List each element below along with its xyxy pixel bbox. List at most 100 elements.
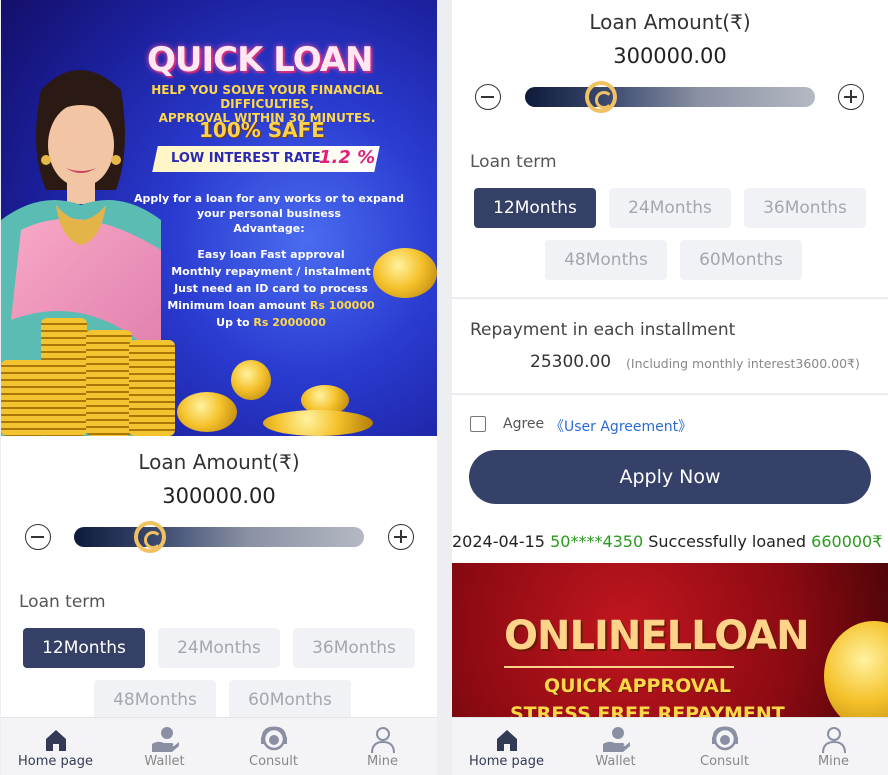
nav-wallet[interactable]: Wallet — [110, 718, 219, 775]
wallet-icon — [603, 727, 630, 752]
consult-icon — [261, 726, 287, 751]
banner-title: QUICK LOAN — [147, 40, 374, 80]
banner2-line-2: STRESS FREE REPAYMENT — [510, 703, 785, 717]
nav-mine-label: Mine — [817, 754, 850, 769]
online-loan-banner[interactable]: ONLINELLOAN QUICK APPROVAL STRESS FREE R… — [452, 563, 888, 717]
loan-amount-label: Loan Amount(₹) — [138, 450, 300, 474]
apply-now-button[interactable]: Apply Now — [469, 450, 871, 504]
advantage-3: Just need an ID card to process — [174, 282, 368, 295]
consult-icon — [712, 726, 738, 751]
quick-loan-banner[interactable]: QUICK LOAN HELP YOU SOLVE YOUR FINANCIAL… — [1, 0, 437, 436]
term-chip-12[interactable]: 12Months — [23, 628, 145, 668]
increase-amount-button[interactable] — [388, 524, 414, 550]
nav-wallet-label: Wallet — [595, 754, 636, 769]
coin-pile — [177, 392, 237, 432]
advantage-4-text: Minimum loan amount — [167, 299, 310, 312]
scroll-content[interactable]: QUICK LOAN HELP YOU SOLVE YOUR FINANCIAL… — [1, 0, 437, 717]
banner-apply-line-2: your personal business — [197, 207, 341, 220]
minus-icon — [31, 536, 44, 538]
loan-ticker: 2024-04-15 50****4350 Successfully loane… — [452, 522, 888, 562]
ticker-date: 2024-04-15 — [452, 532, 545, 551]
banner2-title: ONLINELLOAN — [504, 613, 810, 659]
increase-amount-button[interactable] — [838, 84, 864, 110]
coin-pile — [263, 410, 373, 436]
loan-term-label: Loan term — [470, 152, 557, 172]
nav-home[interactable]: Home page — [452, 718, 561, 775]
term-chip-60[interactable]: 60Months — [229, 680, 351, 717]
term-chip-48[interactable]: 48Months — [94, 680, 216, 717]
term-chip-36[interactable]: 36Months — [744, 188, 866, 228]
banner2-line-1: QUICK APPROVAL — [544, 675, 731, 697]
rate-label: LOW INTEREST RATE — [171, 151, 321, 166]
term-chip-36[interactable]: 36Months — [293, 628, 415, 668]
advantage-5-value: Rs 2000000 — [253, 316, 326, 329]
term-chip-60[interactable]: 60Months — [680, 240, 802, 280]
nav-consult[interactable]: Consult — [219, 718, 328, 775]
wallet-icon — [152, 727, 179, 752]
banner2-rule — [504, 666, 734, 668]
user-agreement-link[interactable]: 《User Agreement》 — [550, 416, 692, 436]
advantage-4: Minimum loan amount Rs 100000 — [151, 297, 391, 314]
coin — [373, 248, 437, 298]
banner-apply-line-3: Advantage: — [233, 222, 305, 235]
advantage-5-text: Up to — [216, 316, 254, 329]
loan-amount-value: 300000.00 — [613, 44, 727, 68]
decrease-amount-button[interactable] — [25, 524, 51, 550]
home-icon — [497, 730, 517, 751]
decrease-amount-button[interactable] — [475, 84, 501, 110]
right-screen: Loan Amount(₹) 300000.00 Loan term 12Mon… — [452, 0, 888, 775]
amount-slider-handle[interactable] — [585, 81, 617, 113]
nav-wallet-label: Wallet — [144, 754, 185, 769]
home-icon — [46, 730, 66, 751]
person-icon — [822, 727, 846, 754]
divider — [452, 393, 888, 395]
scroll-content[interactable]: Loan Amount(₹) 300000.00 Loan term 12Mon… — [452, 0, 888, 717]
nav-mine[interactable]: Mine — [779, 718, 888, 775]
nav-mine[interactable]: Mine — [328, 718, 437, 775]
nav-consult-label: Consult — [700, 754, 749, 769]
person-icon — [371, 727, 395, 754]
coin-stack — [41, 318, 87, 436]
nav-mine-label: Mine — [366, 754, 399, 769]
gold-coin — [824, 621, 888, 717]
coin-stack — [129, 340, 175, 436]
advantage-5: Up to Rs 2000000 — [151, 314, 391, 331]
ticker-phone: 50****4350 — [550, 532, 644, 551]
amount-slider[interactable] — [525, 87, 815, 107]
term-chip-48[interactable]: 48Months — [545, 240, 667, 280]
term-chip-12[interactable]: 12Months — [474, 188, 596, 228]
advantage-4-value: Rs 100000 — [309, 299, 375, 312]
bottom-nav: Home page Wallet Consult Mine — [452, 717, 888, 775]
plus-icon-v — [400, 530, 402, 543]
term-chip-24[interactable]: 24Months — [609, 188, 731, 228]
nav-home-label: Home page — [469, 754, 544, 769]
rate-value: 1.2 % — [319, 147, 376, 168]
term-chip-24[interactable]: 24Months — [158, 628, 280, 668]
nav-home[interactable]: Home page — [1, 718, 110, 775]
amount-slider[interactable] — [74, 527, 364, 547]
nav-consult[interactable]: Consult — [670, 718, 779, 775]
repayment-label: Repayment in each installment — [470, 320, 736, 340]
coin — [231, 360, 271, 400]
loan-amount-value: 300000.00 — [162, 484, 276, 508]
agree-label: Agree — [503, 416, 545, 432]
amount-slider-handle[interactable] — [134, 521, 166, 553]
advantage-2: Monthly repayment / instalment — [171, 265, 371, 278]
left-screen: QUICK LOAN HELP YOU SOLVE YOUR FINANCIAL… — [1, 0, 437, 775]
bottom-nav: Home page Wallet Consult Mine — [1, 717, 437, 775]
nav-wallet[interactable]: Wallet — [561, 718, 670, 775]
banner-advantages: Easy loan Fast approval Monthly repaymen… — [151, 246, 391, 331]
advantage-1: Easy loan Fast approval — [197, 248, 345, 261]
nav-home-label: Home page — [18, 754, 93, 769]
banner-apply-line-1: Apply for a loan for any works or to exp… — [134, 192, 404, 205]
plus-icon-v — [850, 90, 852, 103]
nav-consult-label: Consult — [249, 754, 298, 769]
agree-checkbox[interactable] — [470, 416, 486, 432]
loan-term-label: Loan term — [19, 592, 106, 612]
repayment-note: (Including monthly interest3600.00₹) — [626, 356, 860, 371]
divider — [452, 297, 888, 299]
ticker-text: Successfully loaned — [648, 532, 807, 551]
banner-subtitle-line-1: HELP YOU SOLVE YOUR FINANCIAL DIFFICULTI… — [151, 83, 383, 111]
repayment-value: 25300.00 — [530, 352, 612, 372]
banner-safe: 100% SAFE — [199, 118, 325, 142]
